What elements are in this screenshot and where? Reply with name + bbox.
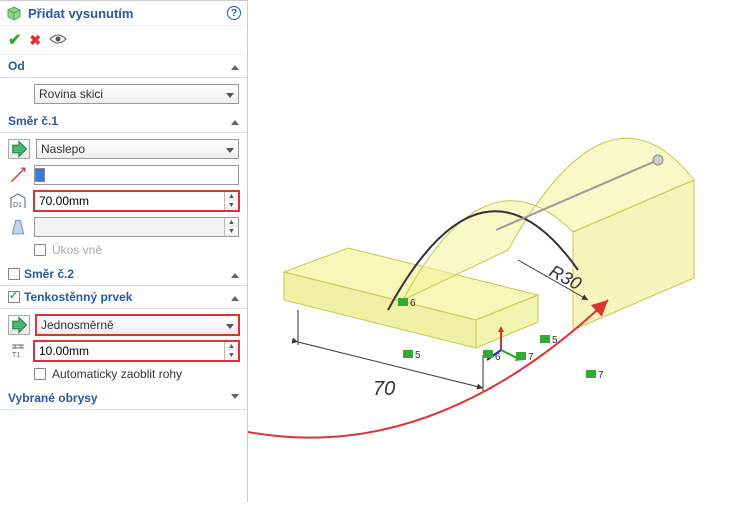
title-bar: Přidat vysunutím ? <box>0 1 247 26</box>
ok-button[interactable]: ✔ <box>8 30 21 50</box>
help-icon[interactable]: ? <box>227 6 241 20</box>
svg-text:6: 6 <box>410 298 416 309</box>
thin-checkbox[interactable] <box>8 291 20 303</box>
draft-input: ▲ ▼ <box>34 217 239 237</box>
section-contours-label: Vybrané obrysy <box>8 391 98 405</box>
spinner-up: ▲ <box>225 218 238 227</box>
section-thin-body: Jednosměrně T1 ▲ ▼ Automaticky zaoblit r… <box>0 309 247 387</box>
depth-spinner: ▲ ▼ <box>224 192 238 210</box>
caret-down-icon <box>226 87 234 101</box>
reverse-direction-button[interactable] <box>8 139 30 159</box>
from-combo-value: Rovina skici <box>39 87 103 101</box>
draft-spinner: ▲ ▼ <box>224 218 238 236</box>
thickness-input[interactable]: ▲ ▼ <box>34 341 239 361</box>
draft-outward-checkbox <box>34 244 46 256</box>
svg-text:D1: D1 <box>13 202 22 209</box>
svg-text:7: 7 <box>598 370 604 381</box>
chevron-up-icon <box>231 290 239 304</box>
section-thin-header[interactable]: Tenkostěnný prvek <box>0 286 247 309</box>
draft-icon <box>8 217 28 237</box>
thickness-value[interactable] <box>35 342 224 360</box>
caret-down-icon <box>226 142 234 156</box>
section-dir2-label: Směr č.2 <box>24 267 74 281</box>
graphics-viewport[interactable]: 70 R30 6 5 6 7 5 7 <box>248 0 750 502</box>
end-condition-combo[interactable]: Naslepo <box>36 139 239 159</box>
spinner-down[interactable]: ▼ <box>225 351 238 360</box>
selection-color-swatch <box>35 168 45 182</box>
section-dir1-label: Směr č.1 <box>8 114 58 128</box>
thickness-spinner: ▲ ▼ <box>224 342 238 360</box>
auto-fillet-label: Automaticky zaoblit rohy <box>52 367 182 381</box>
thickness-icon: T1 <box>8 341 28 361</box>
model-preview: 70 R30 6 5 6 7 5 7 <box>248 0 750 502</box>
chevron-up-icon <box>231 114 239 128</box>
spinner-down[interactable]: ▼ <box>225 201 238 210</box>
spinner-up[interactable]: ▲ <box>225 342 238 351</box>
thin-type-combo[interactable]: Jednosměrně <box>36 315 239 335</box>
thin-reverse-button[interactable] <box>8 315 30 335</box>
preview-button[interactable] <box>49 33 67 48</box>
thin-type-value: Jednosměrně <box>41 318 114 332</box>
svg-text:T1: T1 <box>12 352 20 359</box>
depth-value[interactable] <box>35 192 224 210</box>
depth-input[interactable]: ▲ ▼ <box>34 191 239 211</box>
section-od-label: Od <box>8 59 25 73</box>
spinner-down: ▼ <box>225 227 238 236</box>
section-od-header[interactable]: Od <box>0 55 247 78</box>
property-manager-panel: Přidat vysunutím ? ✔ ✖ Od Rovina skici S… <box>0 0 248 502</box>
svg-text:5: 5 <box>415 350 421 361</box>
chevron-down-icon <box>231 391 239 405</box>
end-condition-value: Naslepo <box>41 142 85 156</box>
depth-icon: D1 <box>8 191 28 211</box>
from-combo[interactable]: Rovina skici <box>34 84 239 104</box>
draft-value <box>35 218 224 236</box>
section-contours-header[interactable]: Vybrané obrysy <box>0 387 247 410</box>
section-dir1-header[interactable]: Směr č.1 <box>0 110 247 133</box>
extrude-icon <box>6 5 22 21</box>
section-dir2-header[interactable]: Směr č.2 <box>0 263 247 286</box>
chevron-up-icon <box>231 267 239 281</box>
section-od-body: Rovina skici <box>0 78 247 110</box>
auto-fillet-checkbox[interactable] <box>34 368 46 380</box>
section-thin-label: Tenkostěnný prvek <box>24 290 132 304</box>
draft-outward-label: Úkos vně <box>52 243 102 257</box>
chevron-up-icon <box>231 59 239 73</box>
spinner-up[interactable]: ▲ <box>225 192 238 201</box>
direction-vector-icon <box>8 165 28 185</box>
cancel-button[interactable]: ✖ <box>29 32 41 49</box>
direction-vector-field[interactable] <box>34 165 239 185</box>
caret-down-icon <box>226 318 234 332</box>
dir2-checkbox[interactable] <box>8 268 20 280</box>
dim-width: 70 <box>373 378 395 400</box>
svg-text:6: 6 <box>495 352 501 363</box>
action-row: ✔ ✖ <box>0 26 247 55</box>
feature-title: Přidat vysunutím <box>28 6 227 21</box>
section-dir1-body: Naslepo D1 ▲ ▼ <box>0 133 247 263</box>
